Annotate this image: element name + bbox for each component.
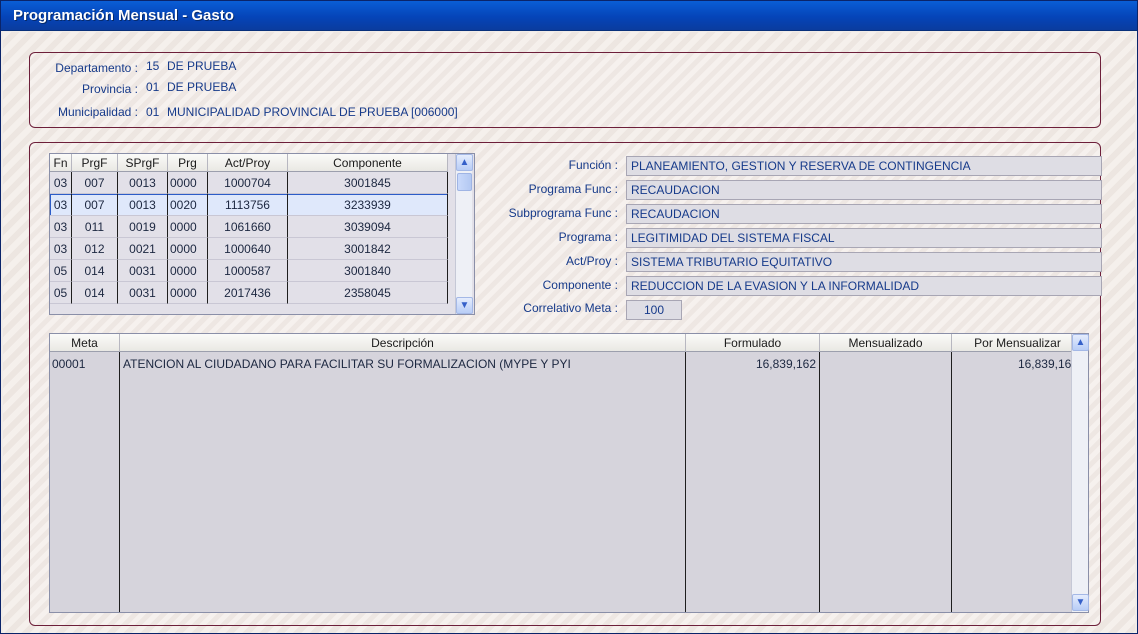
meta-grid-scrollbar[interactable]: ▲ ▼ (1071, 334, 1089, 612)
funcion-label: Función : (568, 158, 618, 172)
table-cell: 014 (72, 260, 118, 282)
table-cell: 012 (72, 238, 118, 260)
window-title: Programación Mensual - Gasto (13, 7, 234, 24)
meta-grid[interactable]: Meta Descripción Formulado Mensualizado … (49, 333, 1089, 613)
column-header-descripcion[interactable]: Descripción (120, 334, 686, 352)
programa-label: Programa : (558, 230, 618, 244)
provincia-name: DE PRUEBA (167, 80, 237, 94)
table-cell: 03 (50, 194, 72, 216)
departamento-label: Departamento : (55, 61, 138, 75)
location-group: Departamento : 15 DE PRUEBA Provincia : … (29, 52, 1101, 128)
table-cell: 3001840 (288, 260, 448, 282)
provincia-code: 01 (146, 80, 160, 94)
formulado-cell: 16,839,162 (755, 357, 816, 371)
meta-column (50, 352, 120, 612)
table-cell: 0020 (168, 194, 208, 216)
table-cell: 0000 (168, 172, 208, 194)
table-cell: 0000 (168, 282, 208, 304)
table-cell: 2017436 (208, 282, 288, 304)
column-header-fn[interactable]: Fn (50, 154, 72, 172)
municipalidad-code: 01 (146, 105, 160, 119)
componente-label: Componente : (542, 278, 618, 292)
table-cell: 03 (50, 238, 72, 260)
chevron-down-icon[interactable]: ▼ (1072, 594, 1089, 611)
column-header-act-proy[interactable]: Act/Proy (208, 154, 288, 172)
column-header-sprgf[interactable]: SPrgF (118, 154, 168, 172)
table-cell: 014 (72, 282, 118, 304)
table-cell: 3001845 (288, 172, 448, 194)
descripcion-column (120, 352, 686, 612)
client-area: Departamento : 15 DE PRUEBA Provincia : … (3, 32, 1135, 633)
table-cell: 0000 (168, 238, 208, 260)
table-cell: 0031 (118, 260, 168, 282)
column-header-prgf[interactable]: PrgF (72, 154, 118, 172)
subprograma-func-label: Subprograma Func : (508, 206, 618, 220)
table-cell: 0019 (118, 216, 168, 238)
programa-func-field: RECAUDACION (626, 180, 1102, 200)
componente-field: REDUCCION DE LA EVASION Y LA INFORMALIDA… (626, 276, 1102, 296)
table-cell: 3233939 (288, 194, 448, 216)
table-cell: 1000587 (208, 260, 288, 282)
table-cell: 05 (50, 282, 72, 304)
column-header-mensualizado[interactable]: Mensualizado (820, 334, 952, 352)
municipalidad-name: MUNICIPALIDAD PROVINCIAL DE PRUEBA [0060… (167, 105, 458, 119)
por-mensualizar-column (952, 352, 1084, 612)
table-cell: 05 (50, 260, 72, 282)
correlativo-meta-field: 100 (626, 300, 682, 320)
table-cell: 1000640 (208, 238, 288, 260)
table-cell: 1000704 (208, 172, 288, 194)
table-cell: 011 (72, 216, 118, 238)
programa-func-label: Programa Func : (528, 182, 618, 196)
meta-cell: 00001 (52, 357, 86, 371)
act-proy-label: Act/Proy : (565, 254, 618, 268)
table-cell: 3039094 (288, 216, 448, 238)
municipalidad-label: Municipalidad : (57, 105, 138, 119)
column-header-prg[interactable]: Prg (168, 154, 208, 172)
act-proy-field: SISTEMA TRIBUTARIO EQUITATIVO (626, 252, 1102, 272)
mensualizado-cell (822, 354, 948, 374)
table-cell: 0031 (118, 282, 168, 304)
table-cell: 0021 (118, 238, 168, 260)
column-header-formulado[interactable]: Formulado (686, 334, 820, 352)
departamento-code: 15 (146, 59, 160, 73)
por-mensualizar-cell: 16,839,162 (1017, 357, 1078, 371)
table-cell: 1113756 (208, 194, 288, 216)
formulado-column (686, 352, 820, 612)
table-cell: 3001842 (288, 238, 448, 260)
table-cell: 0013 (118, 194, 168, 216)
table-cell: 03 (50, 172, 72, 194)
correlativo-meta-label: Correlativo Meta : (523, 301, 618, 315)
column-header-meta[interactable]: Meta (50, 334, 120, 352)
table-cell: 0000 (168, 260, 208, 282)
descripcion-cell: ATENCION AL CIUDADANO PARA FACILITAR SU … (123, 357, 571, 371)
table-cell: 0000 (168, 216, 208, 238)
mensualizado-column (820, 352, 952, 612)
departamento-name: DE PRUEBA (167, 59, 237, 73)
provincia-label: Provincia : (81, 82, 138, 96)
programming-group: Fn PrgF SPrgF Prg Act/Proy Componente 03… (29, 142, 1102, 626)
funcion-field: PLANEAMIENTO, GESTION Y RESERVA DE CONTI… (626, 156, 1102, 176)
column-header-por-mensualizar[interactable]: Por Mensualizar (952, 334, 1084, 352)
app-window: Programación Mensual - Gasto Departament… (0, 0, 1138, 634)
subprograma-func-field: RECAUDACION (626, 204, 1102, 224)
chevron-up-icon[interactable]: ▲ (1072, 334, 1089, 351)
table-cell: 2358045 (288, 282, 448, 304)
column-header-componente[interactable]: Componente (288, 154, 448, 172)
table-cell: 0013 (118, 172, 168, 194)
title-bar[interactable]: Programación Mensual - Gasto (1, 1, 1137, 31)
table-cell: 1061660 (208, 216, 288, 238)
table-cell: 007 (72, 194, 118, 216)
table-cell: 03 (50, 216, 72, 238)
structure-grid[interactable]: Fn PrgF SPrgF Prg Act/Proy Componente 03… (49, 153, 475, 315)
programa-field: LEGITIMIDAD DEL SISTEMA FISCAL (626, 228, 1102, 248)
table-cell: 007 (72, 172, 118, 194)
